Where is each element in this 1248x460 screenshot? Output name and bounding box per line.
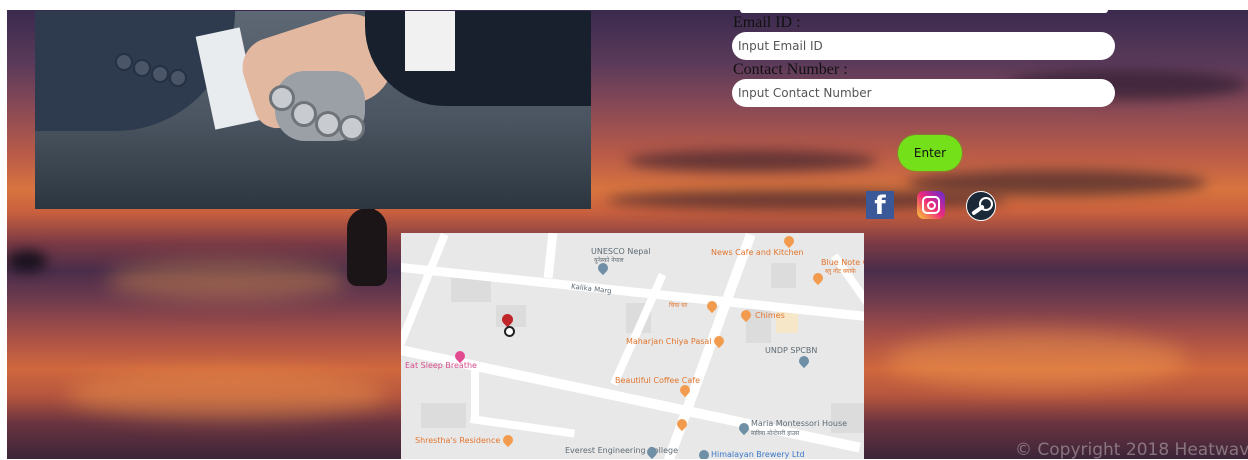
- copyright-text: © Copyright 2018 Heatwave: [1015, 440, 1248, 460]
- surfer-silhouette: [347, 186, 387, 286]
- map-label-unesco: UNESCO Nepal: [591, 247, 651, 256]
- map-label-news-cafe: News Cafe and Kitchen: [711, 248, 804, 257]
- undp-pin-icon: [796, 353, 812, 369]
- location-dot-icon: [504, 326, 515, 337]
- handshake-image: [35, 11, 591, 209]
- form-top-edge: [740, 10, 1108, 13]
- map-label-maria-sub: मारिया मोन्टेसरी हाउस: [751, 430, 800, 437]
- map-label-chhahari: चिया घर: [669, 302, 688, 309]
- cafe-pin-icon: [781, 233, 797, 249]
- enter-button[interactable]: Enter: [898, 135, 962, 171]
- contact-input[interactable]: [732, 79, 1115, 107]
- map-label-blue-note-sub: ब्लु नोट क्याफे: [825, 268, 856, 275]
- map-label-himalayan: Himalayan Brewery Ltd: [711, 450, 805, 459]
- map-label-beautiful: Beautiful Coffee Cafe: [615, 376, 700, 385]
- email-input[interactable]: [732, 32, 1115, 60]
- map-label-undp: UNDP SPCBN: [765, 346, 818, 355]
- map-label-blue-note: Blue Note Cafe: [821, 258, 864, 267]
- residence-pin-icon: [500, 432, 516, 448]
- facebook-icon[interactable]: f: [866, 191, 894, 221]
- map-label-maria: Maria Montessori House: [751, 419, 848, 428]
- cafe-pin-icon: [810, 270, 826, 286]
- map-label-eat-sleep: Eat Sleep Breathe: [405, 361, 477, 370]
- map-label-unesco-sub: युनेस्को नेपाल: [594, 257, 624, 264]
- steam-icon[interactable]: [966, 191, 996, 221]
- instagram-icon[interactable]: [917, 191, 945, 219]
- map-label-shrestha: Shrestha's Residence: [415, 436, 501, 445]
- contact-label: Contact Number :: [733, 61, 848, 78]
- location-map[interactable]: UNESCO Nepal युनेस्को नेपाल News Cafe an…: [401, 233, 864, 459]
- map-label-everest: Everest Engineering College: [565, 446, 678, 455]
- brewery-pin-icon: [699, 450, 709, 459]
- map-label-chimes: Chimes: [755, 311, 785, 320]
- email-label: Email ID :: [733, 14, 801, 31]
- map-label-maharjan: Maharjan Chiya Pasal: [626, 337, 712, 346]
